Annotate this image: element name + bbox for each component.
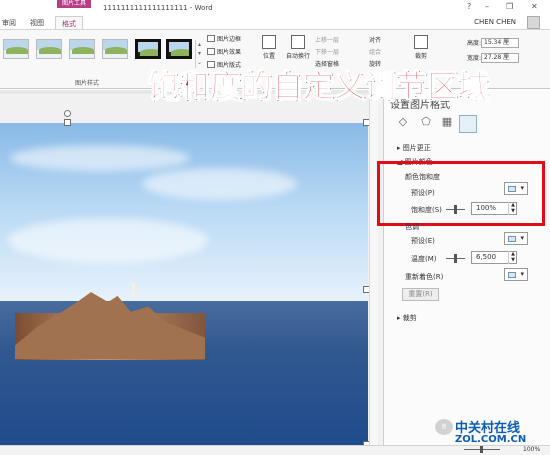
picture-icon[interactable]	[459, 115, 477, 133]
send-backward-button[interactable]: 下移一层	[315, 47, 339, 56]
tab-format[interactable]: 格式	[55, 16, 83, 29]
temperature-label: 温度(M)	[411, 255, 437, 263]
selected-picture[interactable]	[0, 123, 368, 445]
lighthouse	[132, 283, 135, 295]
crop-section[interactable]: ▸ 裁剪	[397, 313, 417, 323]
restore-icon[interactable]: ❐	[506, 2, 513, 11]
temperature-spinner[interactable]: ▲ ▼	[508, 251, 517, 264]
wrap-text-button[interactable]: 自动换行	[286, 35, 310, 60]
close-icon[interactable]: ✕	[531, 2, 538, 11]
picture-effects-label: 图片效果	[217, 49, 242, 56]
site-watermark: 值 中关村在线 ZOL.COM.CN	[433, 417, 545, 451]
picture-resize-handle[interactable]	[64, 119, 71, 126]
position-icon	[262, 35, 276, 49]
tab-view[interactable]: 视图	[30, 18, 44, 28]
avatar[interactable]	[527, 16, 540, 29]
effects-icon[interactable]: ⬠	[420, 116, 432, 128]
position-label: 位置	[262, 53, 275, 60]
chevron-down-icon: ▾	[520, 270, 524, 278]
border-icon	[207, 35, 215, 42]
minimize-icon[interactable]: –	[485, 2, 489, 11]
ribbon-tabs: 审阅 视图 格式	[0, 16, 550, 29]
height-control[interactable]: 高度: 15.34 厘	[467, 38, 519, 49]
user-name[interactable]: CHEN CHEN	[474, 18, 516, 26]
picture-style-thumbnail[interactable]	[135, 39, 161, 59]
picture-style-thumbnail[interactable]	[3, 39, 29, 59]
tone-preset-dropdown[interactable]: ▾	[504, 232, 528, 245]
picture-effects-button[interactable]: 图片效果	[207, 47, 241, 56]
cloud	[10, 145, 190, 171]
color-tone-heading: 色调	[405, 223, 419, 231]
document-scrollbar[interactable]	[369, 94, 378, 445]
recolor-dropdown[interactable]: ▾	[504, 268, 528, 281]
picture-style-thumbnail[interactable]	[36, 39, 62, 59]
picture-border-label: 图片边框	[217, 36, 242, 43]
tone-preset-icon	[508, 236, 516, 242]
watermark-site: ZOL.COM.CN	[455, 434, 527, 445]
position-button[interactable]: 位置	[262, 35, 276, 60]
annotation-caption: 饱和度的自定义调节区域	[148, 69, 490, 106]
wrap-text-label: 自动换行	[286, 53, 311, 60]
picture-styles-group-label: 图片样式	[75, 80, 100, 87]
title-bar: 图片工具 1111111111111111111 - Word ? – ❐ ✕	[0, 0, 550, 16]
temperature-slider-thumb[interactable]	[454, 254, 457, 263]
cloud	[142, 168, 297, 200]
picture-border-button[interactable]: 图片边框	[207, 34, 241, 43]
height-input[interactable]: 15.34 厘	[481, 38, 519, 48]
watermark-logo: 值	[435, 419, 453, 435]
height-label: 高度:	[467, 40, 482, 47]
tone-preset-label: 预设(E)	[411, 237, 435, 245]
window-title: 1111111111111111111 - Word	[103, 4, 213, 12]
group-button[interactable]: 组合	[369, 47, 381, 56]
highlight-frame	[377, 161, 545, 226]
crop-icon	[414, 35, 428, 49]
recolor-icon	[508, 272, 516, 278]
reset-button[interactable]: 重置(R)	[402, 288, 439, 301]
layout-size-icon[interactable]: ▦	[441, 116, 453, 128]
picture-corrections-label: 图片更正	[402, 144, 431, 152]
picture-tools-tab-header: 图片工具	[57, 0, 91, 8]
crop-button[interactable]: 裁剪	[414, 35, 428, 60]
picture-corrections-section[interactable]: ▸ 图片更正	[397, 143, 431, 153]
align-button[interactable]: 对齐	[369, 35, 381, 44]
rotate-handle-icon[interactable]	[64, 110, 71, 117]
wrap-text-icon	[291, 35, 305, 49]
chevron-down-icon: ▾	[520, 234, 524, 242]
picture-style-thumbnail[interactable]	[69, 39, 95, 59]
fill-line-icon[interactable]: ◇	[397, 116, 409, 128]
recolor-label: 重新着色(R)	[405, 273, 444, 281]
picture-style-thumbnail[interactable]	[166, 39, 192, 59]
picture-style-thumbnail[interactable]	[102, 39, 128, 59]
bring-forward-button[interactable]: 上移一层	[315, 35, 339, 44]
tab-review[interactable]: 审阅	[2, 18, 16, 28]
help-icon[interactable]: ?	[467, 2, 471, 11]
crop-section-label: 裁剪	[402, 314, 417, 322]
crop-label: 裁剪	[414, 53, 427, 60]
cloud	[8, 218, 208, 263]
effects-icon	[207, 48, 215, 55]
